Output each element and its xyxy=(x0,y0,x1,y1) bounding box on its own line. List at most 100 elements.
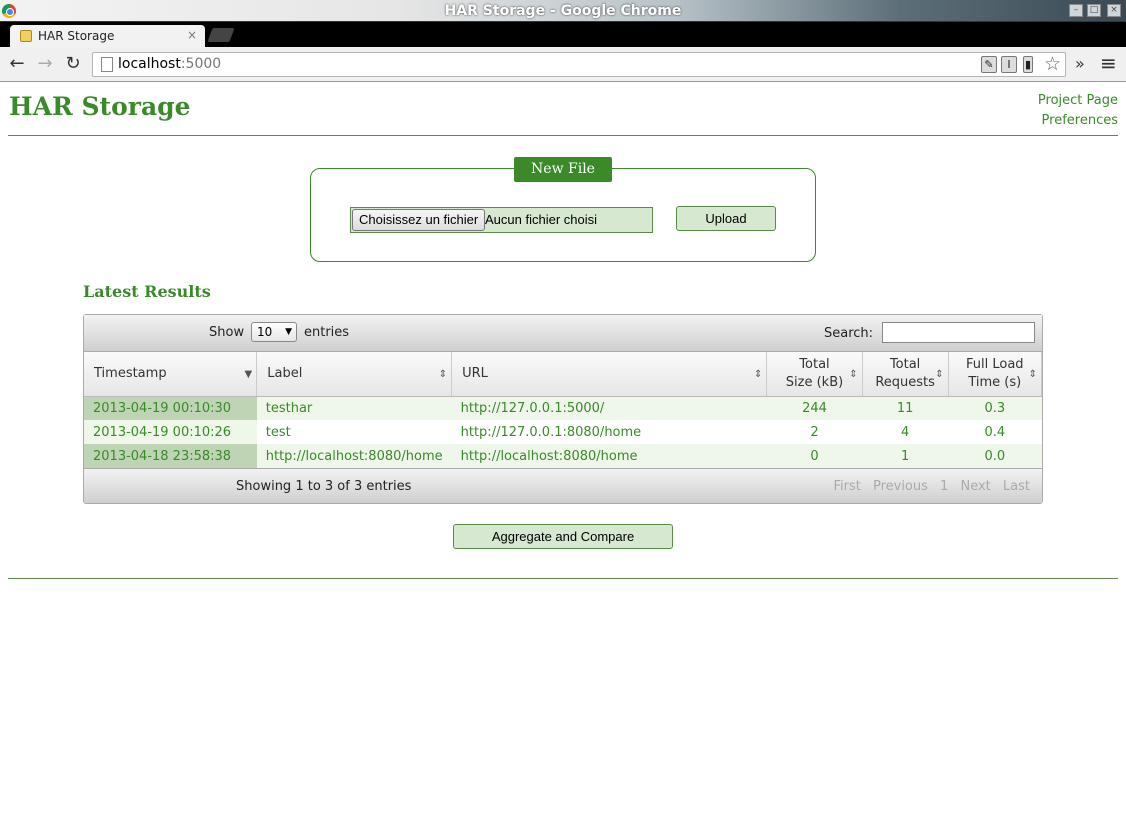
col-header-load-time[interactable]: Full Load Time (s) ⇕ xyxy=(948,352,1043,397)
search-input[interactable] xyxy=(882,322,1035,343)
new-file-fieldset: New File Choisissez un fichier Aucun fic… xyxy=(310,157,816,262)
show-label: Show xyxy=(209,325,245,340)
search-label: Search: xyxy=(824,326,874,341)
tab-har-storage[interactable]: HAR Storage × xyxy=(10,25,205,47)
sort-both-icon: ⇕ xyxy=(935,369,944,380)
bookmark-star-icon[interactable]: ☆ xyxy=(1044,53,1061,75)
cell-load-time: 0.4 xyxy=(948,420,1042,444)
preferences-link[interactable]: Preferences xyxy=(1038,111,1118,131)
pager-page-1[interactable]: 1 xyxy=(940,479,948,494)
entries-label: entries xyxy=(304,325,350,340)
new-file-legend: New File xyxy=(514,157,612,182)
cell-requests: 1 xyxy=(862,444,949,468)
table-header-row: Timestamp ▼ Label ⇕ URL ⇕ Total Size (kB) ⇕ T… xyxy=(84,352,1043,397)
col-header-label: Label xyxy=(267,365,303,381)
dropdown-arrow-icon: ▼ xyxy=(285,327,292,337)
pager-previous[interactable]: Previous xyxy=(873,479,928,494)
sort-both-icon: ⇕ xyxy=(753,369,763,380)
cell-load-time: 0.0 xyxy=(948,444,1042,468)
table-controls: Show 10 ▼ entries Search: xyxy=(84,315,1042,352)
no-file-label: Aucun fichier choisi xyxy=(485,212,597,227)
col-header-requests[interactable]: Total Requests ⇕ xyxy=(862,352,949,397)
page-content: HAR Storage Project Page Preferences New… xyxy=(0,83,1126,840)
entries-select[interactable]: 10 ▼ xyxy=(251,322,297,342)
extension-device-icon[interactable]: ▮ xyxy=(1023,56,1033,73)
overflow-icon[interactable]: » xyxy=(1075,54,1085,73)
col-header-label: Total xyxy=(799,356,830,372)
pager-last[interactable]: Last xyxy=(1003,479,1030,494)
cell-size: 244 xyxy=(766,396,863,420)
table-row[interactable]: 2013-04-19 00:10:30 testhar http://127.0… xyxy=(84,396,1042,420)
cell-label[interactable]: testhar xyxy=(256,396,452,420)
entries-select-value: 10 xyxy=(257,325,273,339)
col-header-label-2: Time (s) xyxy=(968,374,1022,390)
window-title-bar: HAR Storage - Google Chrome – □ × xyxy=(0,0,1126,22)
top-links: Project Page Preferences xyxy=(1038,91,1118,131)
minimize-button[interactable]: – xyxy=(1069,4,1083,17)
tab-title: HAR Storage xyxy=(38,29,115,43)
table-info: Showing 1 to 3 of 3 entries xyxy=(236,479,412,494)
upload-button[interactable]: Upload xyxy=(676,206,776,231)
file-input[interactable]: Choisissez un fichier Aucun fichier choi… xyxy=(350,207,653,233)
pagination: First Previous 1 Next Last xyxy=(825,479,1030,494)
cell-label[interactable]: test xyxy=(256,420,452,444)
tab-strip: HAR Storage × xyxy=(0,22,1126,47)
table-row[interactable]: 2013-04-18 23:58:38 http://localhost:808… xyxy=(84,444,1042,468)
forward-icon[interactable]: → xyxy=(34,53,56,75)
cell-label[interactable]: http://localhost:8080/home xyxy=(256,444,452,468)
table-row[interactable]: 2013-04-19 00:10:26 test http://127.0.0.… xyxy=(84,420,1042,444)
sort-both-icon: ⇕ xyxy=(1028,369,1037,380)
results-table: Timestamp ▼ Label ⇕ URL ⇕ Total Size (kB) ⇕ T… xyxy=(84,352,1043,468)
page-icon xyxy=(101,57,113,72)
sort-both-icon: ⇕ xyxy=(849,369,858,380)
cell-requests: 11 xyxy=(862,396,949,420)
url-host: localhost xyxy=(118,56,181,72)
col-header-label-2: Size (kB) xyxy=(785,374,844,390)
new-tab-button[interactable] xyxy=(207,28,235,42)
col-header-timestamp[interactable]: Timestamp ▼ xyxy=(84,352,258,397)
col-header-label-2: Requests xyxy=(875,374,935,390)
cell-size: 2 xyxy=(766,420,863,444)
col-header-label: Full Load xyxy=(966,356,1024,372)
cell-url[interactable]: http://127.0.0.1:5000/ xyxy=(451,396,767,420)
window-title: HAR Storage - Google Chrome xyxy=(444,3,682,19)
cell-url[interactable]: http://localhost:8080/home xyxy=(451,444,767,468)
cell-load-time: 0.3 xyxy=(948,396,1042,420)
address-bar[interactable]: localhost:5000 ✎ I ▮ ☆ xyxy=(92,52,1066,77)
header-divider xyxy=(8,135,1118,136)
menu-icon[interactable]: ≡ xyxy=(1100,51,1117,75)
cell-url[interactable]: http://127.0.0.1:8080/home xyxy=(451,420,767,444)
url-text[interactable]: localhost:5000 xyxy=(118,56,221,72)
col-header-label: Total xyxy=(889,356,921,372)
maximize-button[interactable]: □ xyxy=(1087,4,1101,17)
extension-text-icon[interactable]: I xyxy=(1001,56,1017,73)
col-header-size[interactable]: Total Size (kB) ⇕ xyxy=(766,352,863,397)
back-icon[interactable]: ← xyxy=(6,53,28,75)
latest-results-title: Latest Results xyxy=(83,282,211,301)
col-header-label[interactable]: Label ⇕ xyxy=(256,352,453,397)
favicon-icon xyxy=(20,30,32,42)
aggregate-compare-button[interactable]: Aggregate and Compare xyxy=(453,524,673,549)
table-footer: Showing 1 to 3 of 3 entries First Previo… xyxy=(84,468,1042,503)
cell-requests: 4 xyxy=(862,420,949,444)
pager-first[interactable]: First xyxy=(833,479,860,494)
sort-desc-icon: ▼ xyxy=(244,369,253,380)
cell-timestamp[interactable]: 2013-04-19 00:10:30 xyxy=(84,396,257,420)
cell-size: 0 xyxy=(766,444,863,468)
col-header-label: URL xyxy=(462,365,488,381)
pager-next[interactable]: Next xyxy=(960,479,990,494)
extension-pen-icon[interactable]: ✎ xyxy=(981,56,997,73)
results-table-wrapper: Show 10 ▼ entries Search: Timestamp ▼ Labe… xyxy=(83,314,1043,504)
close-window-button[interactable]: × xyxy=(1107,4,1121,17)
browser-toolbar: ← → ↻ localhost:5000 ✎ I ▮ ☆ » ≡ xyxy=(0,47,1126,82)
col-header-url[interactable]: URL ⇕ xyxy=(451,352,768,397)
choose-file-button[interactable]: Choisissez un fichier xyxy=(352,209,486,231)
cell-timestamp[interactable]: 2013-04-19 00:10:26 xyxy=(84,420,257,444)
site-title[interactable]: HAR Storage xyxy=(9,92,191,121)
tab-close-icon[interactable]: × xyxy=(187,28,197,42)
cell-timestamp[interactable]: 2013-04-18 23:58:38 xyxy=(84,444,257,468)
footer-divider xyxy=(8,578,1118,579)
reload-icon[interactable]: ↻ xyxy=(62,53,84,75)
sort-both-icon: ⇕ xyxy=(438,369,448,380)
project-page-link[interactable]: Project Page xyxy=(1038,91,1118,111)
